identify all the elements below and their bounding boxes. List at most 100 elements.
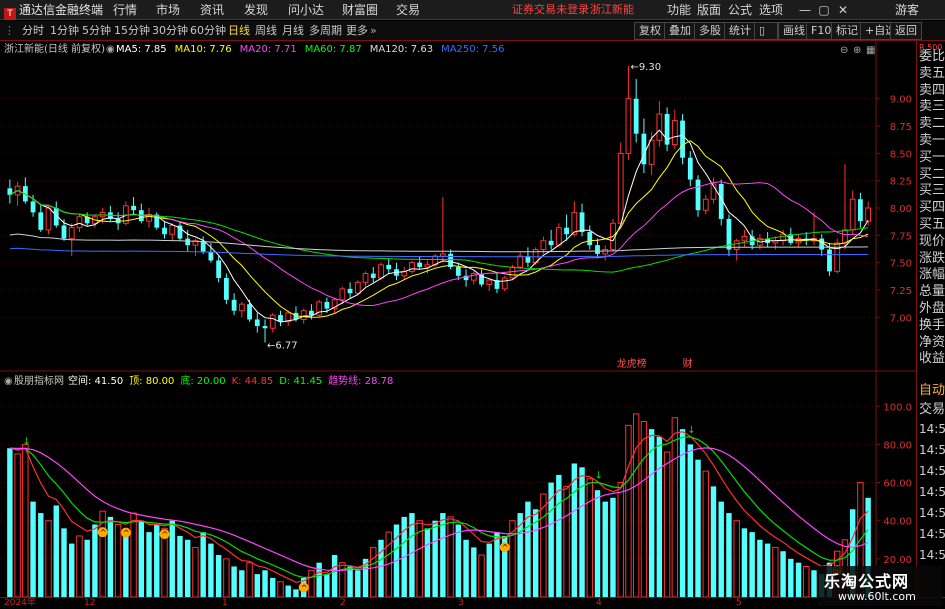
sidepanel-item[interactable]: 卖三	[919, 99, 945, 115]
app-logo-icon: T	[4, 8, 16, 20]
period-intraday[interactable]: 分时	[22, 23, 44, 39]
menu-item-function[interactable]: 功能	[667, 2, 691, 18]
menu-item-formula[interactable]: 公式	[728, 2, 752, 18]
indicator-bar-cyan	[764, 543, 771, 597]
close-icon[interactable]: ✕	[834, 1, 852, 19]
sidepanel-item[interactable]: 委比	[919, 49, 945, 65]
indicator-bar-cyan	[432, 520, 438, 597]
indicator-bar-red	[22, 443, 29, 597]
menu-item-quotes[interactable]: 行情	[113, 2, 137, 18]
menu-item-layout[interactable]: 版面	[697, 2, 721, 18]
indicator-legend-item: 空间: 41.50	[68, 374, 123, 387]
quote-sidepanel: R 500 委比 卖五 卖四 卖三 卖二 卖一 买一 买二 买三 买四 买五 现价 涨跌 涨幅 总量 外盘 换手净…	[916, 41, 945, 597]
indicator-bar-cyan	[811, 570, 817, 597]
menu-item-market[interactable]: 市场	[156, 2, 180, 18]
candle-body-down	[633, 98, 639, 134]
indicator-bar-cyan	[38, 513, 44, 597]
dragon-tiger-marker[interactable]: 龙虎榜	[617, 357, 647, 370]
ma-dropdown-icon[interactable]: ◉	[106, 44, 115, 55]
stock-chart-label: 浙江新能(日线 前复权)	[4, 42, 105, 55]
sidepanel-item[interactable]: 买三	[919, 183, 945, 199]
candle-body-up	[509, 266, 516, 279]
toolbar-adjust-button[interactable]: 复权	[634, 22, 666, 40]
indicator-tick-label: 60.00	[883, 479, 912, 490]
chart-tool-icons[interactable]: ⊖ ⊕ ▦	[840, 45, 875, 56]
finance-marker[interactable]: 财	[683, 357, 693, 370]
indicator-legend: 空间: 41.50 顶: 80.00 底: 20.00 K: 44.85 D: 41.4…	[68, 374, 393, 387]
indicator-bar-cyan	[169, 520, 175, 597]
period-5min[interactable]: 5分钟	[82, 23, 111, 39]
app-title: T 通达信金融终端	[4, 2, 103, 20]
period-1min[interactable]: 1分钟	[50, 23, 79, 39]
candle-body-down	[687, 157, 693, 180]
sidepanel-item[interactable]: 买五	[919, 217, 945, 233]
sidepanel-item[interactable]: 买二	[919, 167, 945, 183]
menu-item-trade[interactable]: 交易	[396, 2, 420, 18]
notice-stock-name[interactable]: 浙江新能	[590, 2, 634, 18]
indicator-bar-cyan	[30, 501, 36, 597]
sidepanel-item[interactable]: 卖二	[919, 116, 945, 132]
sidepanel-time: 14:56	[919, 464, 945, 478]
toolbar-back-button[interactable]: 返回	[890, 22, 922, 40]
sidepanel-item[interactable]: 卖四	[919, 83, 945, 99]
more-chevron-icon[interactable]: »	[370, 23, 377, 39]
chart-area[interactable]: 浙江新能(日线 前复权) ◉ MA5: 7.85 MA10: 7.76 MA20: …	[0, 41, 945, 597]
kline-chart[interactable]: 浙江新能(日线 前复权) ◉ MA5: 7.85 MA10: 7.76 MA20: …	[0, 41, 916, 597]
toolbar-multi-stock-button[interactable]: 多股	[694, 22, 726, 40]
period-more[interactable]: 更多	[346, 23, 368, 39]
menu-item-options[interactable]: 选项	[759, 2, 783, 18]
toolbar-more-icon[interactable]: ▯	[754, 22, 778, 40]
sidepanel-item[interactable]: 外盘	[919, 301, 945, 317]
toolbar-overlay-button[interactable]: 叠加	[664, 22, 696, 40]
indicator-legend-item: 底: 20.00	[180, 374, 225, 387]
period-weekly[interactable]: 周线	[255, 23, 277, 39]
menu-item-news[interactable]: 资讯	[200, 2, 224, 18]
sidepanel-item[interactable]: 净资	[919, 335, 945, 351]
indicator-bar-red	[447, 516, 454, 597]
period-60min[interactable]: 60分钟	[190, 23, 226, 39]
sidepanel-item[interactable]: 卖五	[919, 66, 945, 82]
sidepanel-item[interactable]: 买一	[919, 150, 945, 166]
zoom-in-icon[interactable]: ⊕	[853, 45, 861, 56]
indicator-menu-icon[interactable]: ◉	[4, 376, 13, 387]
ma-legend-ma5: MA5: 7.85	[116, 44, 167, 55]
sidepanel-item[interactable]: 总量	[919, 284, 945, 300]
indicator-bar-cyan	[324, 574, 330, 597]
toolbar-grip-icon: ⋮	[4, 24, 15, 37]
sidepanel-item[interactable]: 涨跌	[919, 251, 945, 267]
candle-body-up	[238, 303, 245, 312]
sidepanel-item[interactable]: 卖一	[919, 133, 945, 149]
sidepanel-item[interactable]: 换手	[919, 318, 945, 334]
sidepanel-time: 14:56	[919, 506, 945, 520]
indicator-bar-red	[246, 562, 253, 597]
period-30min[interactable]: 30分钟	[152, 23, 188, 39]
price-tick-label: 7.50	[890, 259, 912, 270]
menu-item-wealth[interactable]: 财富圈	[342, 2, 378, 18]
period-15min[interactable]: 15分钟	[114, 23, 150, 39]
sidepanel-lower-item[interactable]: 自动	[919, 383, 945, 399]
trade-login-notice[interactable]: 证券交易未登录	[512, 2, 589, 18]
sidepanel-item[interactable]: 涨幅	[919, 267, 945, 283]
indicator-bar-cyan	[424, 528, 431, 597]
candle-body-up	[617, 152, 624, 224]
zoom-out-icon[interactable]: ⊖	[840, 45, 848, 56]
minimize-icon[interactable]: —	[796, 1, 814, 19]
restore-icon[interactable]: ▢	[815, 1, 833, 19]
period-daily[interactable]: 日线	[228, 23, 250, 39]
candle-body-down	[595, 245, 600, 254]
guest-user[interactable]: 游客	[895, 2, 919, 18]
sidepanel-lower-item[interactable]: 交易	[919, 402, 945, 418]
sidepanel-item[interactable]: 收益	[919, 351, 945, 367]
candle-body-down	[579, 212, 585, 233]
toolbar-mark-button[interactable]: 标记	[831, 22, 863, 40]
sidepanel-item[interactable]: 现价	[919, 234, 945, 250]
period-monthly[interactable]: 月线	[282, 23, 304, 39]
indicator-bar-red	[478, 554, 485, 597]
menu-item-discover[interactable]: 发现	[244, 2, 268, 18]
panel-grid-icon[interactable]: ▦	[866, 45, 875, 56]
sidepanel-item[interactable]: 买四	[919, 200, 945, 216]
toolbar-stats-button[interactable]: 统计	[724, 22, 756, 40]
menu-item-assistant[interactable]: 问小达	[288, 2, 324, 18]
price-tick-label: 8.00	[890, 204, 912, 215]
period-multi[interactable]: 多周期	[309, 23, 342, 39]
